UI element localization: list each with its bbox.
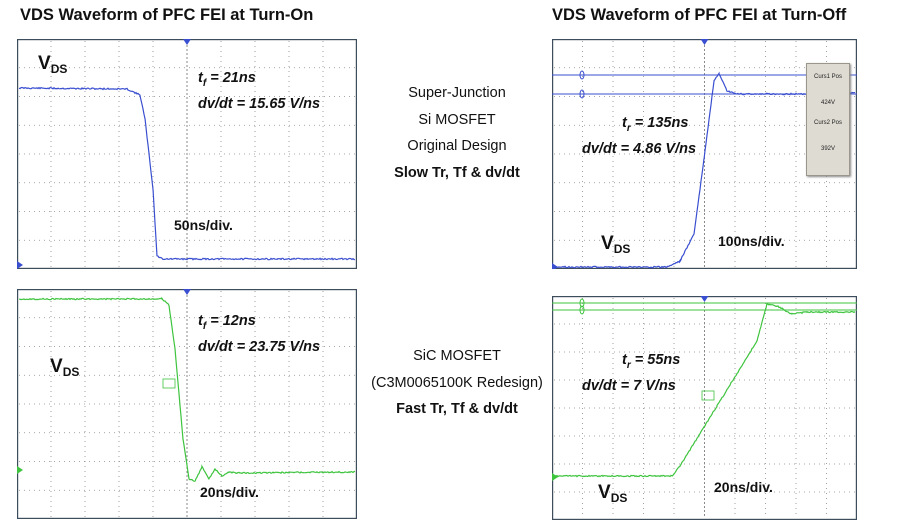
cursor2-value: 392V bbox=[820, 146, 835, 152]
center-top-bold: Slow Tr, Tf & dv/dt bbox=[394, 164, 520, 181]
timebase-sic-on: 20ns/div. bbox=[200, 484, 259, 500]
cursor1-value: 424V bbox=[820, 100, 835, 106]
center-top-line1: Super-Junction bbox=[408, 85, 506, 101]
vds-label-si-off: VDS bbox=[601, 233, 631, 256]
center-top-line3: Original Design bbox=[407, 138, 507, 154]
vds-label-sic-off: VDS bbox=[598, 482, 628, 505]
center-bottom-line1: SiC MOSFET bbox=[413, 348, 501, 364]
center-bottom-bold: Fast Tr, Tf & dv/dt bbox=[396, 401, 518, 417]
timebase-si-on: 50ns/div. bbox=[174, 217, 233, 233]
timing-annotation-sic-off: tr = 55ns dv/dt = 7 V/ns bbox=[582, 352, 681, 394]
timing-annotation-si-off: tr = 135ns dv/dt = 4.86 V/ns bbox=[582, 115, 697, 157]
center-top-description: Super-Junction Si MOSFET Original Design… bbox=[362, 80, 552, 186]
center-top-line2: Si MOSFET bbox=[418, 111, 496, 128]
cursor2-label: Curs2 Pos bbox=[813, 120, 842, 126]
center-bottom-description: SiC MOSFET (C3M0065100K Redesign) Fast T… bbox=[362, 343, 552, 423]
cursor-readout-box: Curs1 Pos 424V Curs2 Pos 392V bbox=[806, 63, 850, 176]
cursor1-label: Curs1 Pos bbox=[813, 74, 842, 80]
timing-annotation-si-on: tf = 21ns dv/dt = 15.65 V/ns bbox=[198, 70, 321, 112]
vds-label-si-on: VDS bbox=[38, 53, 68, 76]
timing-annotation-sic-on: tf = 12ns dv/dt = 23.75 V/ns bbox=[198, 313, 321, 355]
timebase-si-off: 100ns/div. bbox=[718, 233, 785, 249]
vds-label-sic-on: VDS bbox=[50, 356, 80, 379]
left-column-title: VDS Waveform of PFC FEI at Turn-On bbox=[20, 6, 314, 24]
right-column-title: VDS Waveform of PFC FEI at Turn-Off bbox=[552, 6, 847, 24]
center-bottom-line2: (C3M0065100K Redesign) bbox=[371, 374, 543, 391]
timebase-sic-off: 20ns/div. bbox=[714, 479, 773, 495]
